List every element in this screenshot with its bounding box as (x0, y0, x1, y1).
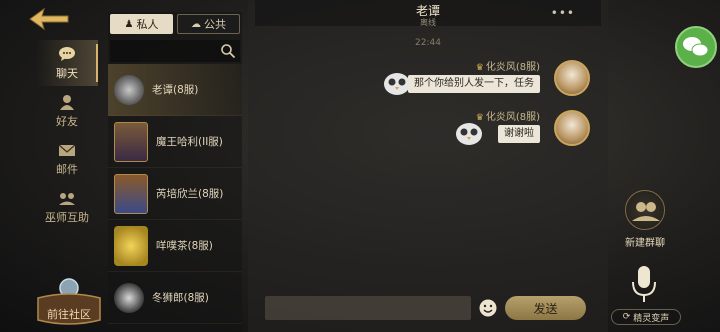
contacts-panel: ♟ 私人 ☁ 公共 老谭(8服) 魔王哈利(II服) 芮培欣兰(8服) 咩噗茶(… (108, 12, 242, 332)
chat-type-tabs: ♟ 私人 ☁ 公共 (108, 12, 242, 36)
sender-name: 化炎风(8服) (485, 62, 540, 73)
nav-label: 好友 (56, 114, 78, 128)
search-icon[interactable] (220, 43, 236, 59)
voice-changer-button[interactable]: ⟳ 精灵变声 (611, 309, 681, 325)
community-button[interactable]: 前往社区 (34, 272, 104, 328)
nav-label: 邮件 (56, 162, 78, 176)
crown-icon: ♛ (475, 63, 484, 73)
person-icon: ♟ (124, 18, 134, 30)
new-group-icon (625, 190, 665, 230)
nav-label: 聊天 (56, 66, 78, 80)
contact-search-input[interactable] (110, 40, 240, 62)
message-bubble: 那个你给别人发一下，任务 (408, 75, 540, 93)
contact-avatar (114, 225, 148, 266)
nav-label: 巫师互助 (45, 210, 89, 224)
tab-public[interactable]: ☁ 公共 (177, 14, 240, 34)
nav-item-chat[interactable]: 聊天 (36, 40, 98, 86)
contact-item[interactable]: 魔王哈利(II服) (108, 116, 242, 168)
microphone-icon[interactable] (626, 262, 662, 306)
message-sender: ♛ 化炎风(8服) (476, 58, 540, 73)
contact-item[interactable]: 芮培欣兰(8服) (108, 168, 242, 220)
contact-name: 冬狮郎(8服) (152, 292, 209, 304)
contact-name: 咩噗茶(8服) (156, 240, 213, 252)
wechat-share-button[interactable] (675, 26, 717, 68)
message-input[interactable] (265, 296, 471, 320)
owl-sticker-icon (456, 123, 482, 145)
voice-changer-label: 精灵变声 (633, 313, 670, 324)
chat-panel: 老谭 离线 ••• 22:44 ♛ 化炎风(8服) 那个你给别人发一下，任务 ♛ 化… (248, 0, 608, 332)
wechat-icon (683, 37, 709, 57)
chat-title: 老谭 (415, 4, 440, 18)
friends-icon (60, 94, 74, 110)
sender-avatar[interactable] (554, 60, 590, 96)
new-group-chat-button[interactable]: 新建群聊 (620, 190, 670, 249)
contact-name: 芮培欣兰(8服) (156, 188, 224, 200)
nav-item-friends[interactable]: 好友 (36, 88, 98, 134)
community-label: 前往社区 (47, 308, 91, 321)
tab-label: 私人 (136, 18, 159, 31)
send-button[interactable]: 发送 (505, 296, 586, 320)
left-nav: 聊天 好友 邮件 巫师互助 (36, 40, 98, 232)
contact-item[interactable]: 老谭(8服) (108, 64, 242, 116)
chat-bubble-icon (59, 46, 75, 61)
nav-item-mail[interactable]: 邮件 (36, 136, 98, 182)
voice-changer-icon: ⟳ (622, 312, 631, 322)
new-group-label: 新建群聊 (625, 238, 665, 249)
sender-name: 化炎风(8服) (485, 112, 540, 123)
message-row: ♛ 化炎风(8服) 谢谢啦 (350, 108, 590, 148)
contact-avatar (114, 121, 148, 162)
wizard-help-icon (59, 192, 75, 205)
mail-icon (58, 144, 76, 156)
chat-status: 离线 (420, 18, 436, 27)
chat-header: 老谭 离线 ••• (255, 0, 601, 27)
tab-private[interactable]: ♟ 私人 (110, 14, 173, 34)
more-options-icon[interactable]: ••• (551, 6, 575, 20)
back-arrow-icon[interactable] (28, 6, 72, 32)
message-row: ♛ 化炎风(8服) 那个你给别人发一下，任务 (350, 58, 590, 98)
message-bubble: 谢谢啦 (498, 125, 540, 143)
contact-name: 魔王哈利(II服) (156, 136, 223, 148)
contact-avatar (114, 282, 144, 313)
tab-label: 公共 (204, 18, 226, 31)
contact-avatar (114, 173, 148, 214)
contact-item[interactable]: 咩噗茶(8服) (108, 220, 242, 272)
contact-item[interactable]: 冬狮郎(8服) (108, 272, 242, 324)
sender-avatar[interactable] (554, 110, 590, 146)
nav-item-wizard-help[interactable]: 巫师互助 (36, 184, 98, 230)
emoji-icon[interactable] (478, 298, 498, 318)
contact-name: 老谭(8服) (152, 84, 199, 96)
contact-avatar (114, 74, 144, 105)
message-timestamp: 22:44 (415, 38, 441, 48)
group-chat-icon: ☁ (191, 18, 201, 30)
